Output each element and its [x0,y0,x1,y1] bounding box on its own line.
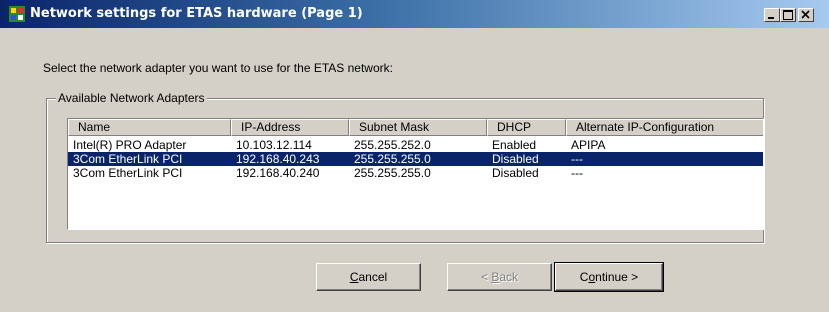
close-button[interactable] [798,8,814,22]
back-prefix: < [480,270,492,284]
cell-ip: 192.168.40.243 [236,152,320,166]
cell-name: Intel(R) PRO Adapter [73,138,187,152]
continue-label: ntinue > [595,270,639,284]
adapters-list[interactable]: Name IP-Address Subnet Mask DHCP Alterna… [67,118,764,230]
network-app-icon [9,6,25,22]
cell-alternate: APIPA [571,138,606,152]
cell-ip: 192.168.40.240 [236,166,320,180]
cell-subnet: 255.255.252.0 [354,138,431,152]
instruction-text: Select the network adapter you want to u… [43,61,393,75]
title-bar[interactable]: Network settings for ETAS hardware (Page… [0,0,829,28]
maximize-button[interactable] [780,8,796,22]
cell-alternate: --- [571,152,583,166]
dialog-window: Network settings for ETAS hardware (Page… [0,0,829,312]
back-label: ack [499,270,519,284]
continue-button[interactable]: Continue > [554,262,664,292]
cell-subnet: 255.255.255.0 [354,152,431,166]
minimize-button[interactable] [764,8,780,22]
column-header-ip[interactable]: IP-Address [231,119,349,136]
column-header-subnet[interactable]: Subnet Mask [349,119,487,136]
cancel-label: ancel [358,270,388,284]
column-header-alternate[interactable]: Alternate IP-Configuration [566,119,763,136]
cell-name: 3Com EtherLink PCI [73,152,183,166]
cell-dhcp: Disabled [492,166,539,180]
cell-ip: 10.103.12.114 [236,138,312,152]
cell-alternate: --- [571,166,583,180]
list-row[interactable]: Intel(R) PRO Adapter 10.103.12.114 255.2… [68,138,763,152]
window-title: Network settings for ETAS hardware (Page… [30,6,363,21]
adapters-group-label: Available Network Adapters [56,91,207,105]
minimize-icon [768,17,774,19]
column-header-dhcp[interactable]: DHCP [487,119,566,136]
list-header: Name IP-Address Subnet Mask DHCP Alterna… [68,119,763,136]
list-row-selected[interactable]: 3Com EtherLink PCI 192.168.40.243 255.25… [68,152,763,166]
cancel-button[interactable]: Cancel [316,263,421,291]
column-header-name[interactable]: Name [68,119,231,136]
close-icon [801,10,810,19]
list-row[interactable]: 3Com EtherLink PCI 192.168.40.240 255.25… [68,166,763,180]
cell-name: 3Com EtherLink PCI [73,166,183,180]
cell-dhcp: Enabled [492,138,537,152]
cell-subnet: 255.255.255.0 [354,166,431,180]
cell-dhcp: Disabled [492,152,539,166]
back-button[interactable]: < Back [447,263,552,291]
maximize-icon [783,10,793,20]
